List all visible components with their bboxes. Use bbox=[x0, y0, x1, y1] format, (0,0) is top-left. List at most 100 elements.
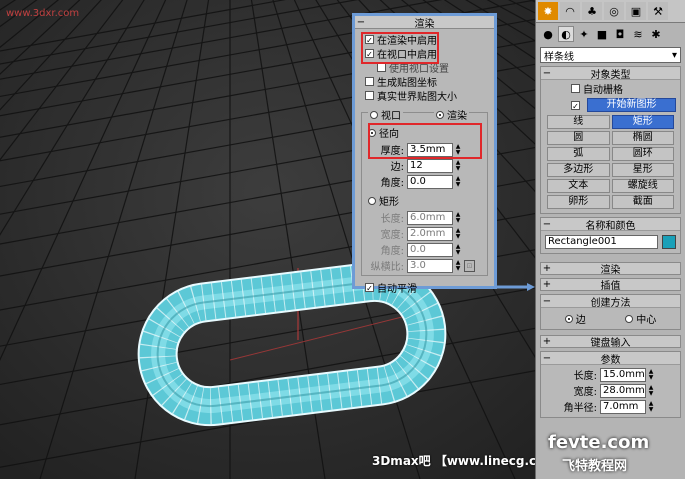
interpolation-rollout-header[interactable]: + 插值 bbox=[540, 278, 681, 292]
sides-input[interactable]: 12 bbox=[407, 158, 453, 173]
rect-angle-spinner: 0.0 ▲ ▼ bbox=[407, 242, 462, 257]
donut-button[interactable]: 圆环 bbox=[611, 147, 674, 161]
create-icon[interactable]: ✸ bbox=[538, 2, 558, 20]
object-color-swatch[interactable] bbox=[662, 235, 676, 249]
length-param: 长度: 15.0mm ▲ ▼ bbox=[541, 367, 680, 382]
helix-button[interactable]: 螺旋线 bbox=[611, 179, 674, 193]
object-type-header[interactable]: − 对象类型 bbox=[541, 67, 680, 81]
modify-icon[interactable]: ◠ bbox=[560, 2, 580, 20]
ellipse-button[interactable]: 椭圆 bbox=[611, 131, 674, 145]
expand-icon: + bbox=[542, 263, 552, 274]
parameters-header[interactable]: − 参数 bbox=[541, 352, 680, 366]
lights-icon[interactable]: ✦ bbox=[576, 26, 592, 42]
viewport-radio[interactable] bbox=[370, 110, 378, 119]
category-dropdown[interactable]: 样条线 ▾ bbox=[540, 47, 681, 63]
rectangle-button[interactable]: 矩形 bbox=[611, 115, 674, 129]
center-option[interactable]: 中心 bbox=[625, 311, 656, 326]
width-param: 宽度: 28.0mm ▲ ▼ bbox=[541, 383, 680, 398]
spacewarps-icon[interactable]: ≋ bbox=[630, 26, 646, 42]
edge-radio[interactable] bbox=[564, 315, 573, 323]
corner-radius-label: 角半径: bbox=[563, 403, 597, 414]
sides-label: 边: bbox=[390, 162, 404, 173]
rectangular-option[interactable]: 矩形 bbox=[368, 193, 487, 208]
gen-mapping-checkbox[interactable] bbox=[365, 76, 374, 86]
render-popup-header[interactable]: − 渲染 bbox=[355, 16, 494, 30]
spinner-arrows-icon[interactable]: ▲ ▼ bbox=[454, 243, 462, 256]
auto-smooth-row[interactable]: ✓ 自动平滑 bbox=[355, 280, 494, 295]
arc-button[interactable]: 弧 bbox=[547, 147, 610, 161]
edge-option[interactable]: 边 bbox=[564, 311, 586, 326]
real-world-map-checkbox[interactable] bbox=[365, 90, 374, 100]
systems-icon[interactable]: ✱ bbox=[648, 26, 664, 42]
highlight-enable-box bbox=[361, 32, 439, 64]
gen-mapping-row[interactable]: 生成贴图坐标 bbox=[355, 74, 494, 89]
spinner-arrows-icon[interactable]: ▲ ▼ bbox=[647, 368, 655, 381]
ngon-button[interactable]: 多边形 bbox=[547, 163, 610, 177]
cameras-icon[interactable]: ■ bbox=[594, 26, 610, 42]
rectangular-radio[interactable] bbox=[368, 196, 376, 205]
keyboard-entry-rollout-header[interactable]: + 键盘输入 bbox=[540, 335, 681, 349]
spinner-arrows-icon[interactable]: ▲ ▼ bbox=[647, 400, 655, 413]
helpers-icon[interactable]: ◘ bbox=[612, 26, 628, 42]
collapse-icon: − bbox=[542, 352, 552, 364]
text-button[interactable]: 文本 bbox=[547, 179, 610, 193]
section-button[interactable]: 截面 bbox=[611, 195, 674, 209]
auto-grid-checkbox[interactable] bbox=[571, 84, 580, 93]
watermark-logo-sub: 飞特教程网 bbox=[562, 459, 628, 474]
auto-grid-row[interactable]: 自动栅格 bbox=[541, 80, 680, 97]
center-radio[interactable] bbox=[625, 315, 634, 323]
spinner-arrows-icon[interactable]: ▲ ▼ bbox=[454, 211, 462, 224]
rect-width-input[interactable]: 2.0mm bbox=[407, 226, 453, 241]
render-label: 渲染 bbox=[447, 111, 467, 122]
start-new-shape-checkbox[interactable]: ✓ bbox=[571, 100, 580, 111]
rect-length-param: 长度: 6.0mm ▲ ▼ bbox=[362, 210, 487, 225]
star-button[interactable]: 星形 bbox=[611, 163, 674, 177]
expand-icon: + bbox=[542, 336, 552, 347]
name-color-header[interactable]: − 名称和颜色 bbox=[541, 218, 680, 232]
circle-button[interactable]: 圆 bbox=[547, 131, 610, 145]
viewport-option[interactable]: 视口 bbox=[368, 107, 403, 122]
parameters-rollout: − 参数 长度: 15.0mm ▲▼ 宽度: 28.0mm ▲▼ 角半径: bbox=[540, 351, 681, 418]
creation-method-header[interactable]: − 创建方法 bbox=[541, 295, 680, 309]
spinner-arrows-icon[interactable]: ▲ ▼ bbox=[454, 175, 462, 188]
lock-icon[interactable]: ⊡ bbox=[464, 259, 475, 272]
hierarchy-icon[interactable]: ♣ bbox=[582, 2, 602, 20]
aspect-spinner: 3.0 ▲ ▼ ⊡ bbox=[407, 258, 475, 273]
egg-button[interactable]: 卵形 bbox=[547, 195, 610, 209]
start-new-shape-button[interactable]: 开始新图形 bbox=[587, 98, 676, 112]
width-input[interactable]: 28.0mm bbox=[600, 383, 646, 398]
spinner-arrows-icon[interactable]: ▲ ▼ bbox=[647, 384, 655, 397]
watermark-logo: fevte.com bbox=[548, 432, 650, 453]
creation-method-rollout: − 创建方法 边 中心 bbox=[540, 294, 681, 330]
shapes-icon[interactable]: ◐ bbox=[558, 26, 574, 42]
utilities-icon[interactable]: ⚒ bbox=[648, 2, 668, 20]
command-panel-tabs: ✸ ◠ ♣ ◎ ▣ ⚒ bbox=[536, 0, 685, 23]
spinner-arrows-icon[interactable]: ▲ ▼ bbox=[454, 159, 462, 172]
sides-param: 边: 12 ▲ ▼ bbox=[362, 158, 487, 173]
real-world-map-row[interactable]: 真实世界贴图大小 bbox=[355, 88, 494, 103]
object-name-input[interactable]: Rectangle001 bbox=[545, 235, 658, 249]
render-option[interactable]: 渲染 bbox=[434, 107, 469, 122]
spinner-arrows-icon[interactable]: ▲ ▼ bbox=[454, 227, 462, 240]
motion-icon[interactable]: ◎ bbox=[604, 2, 624, 20]
spinner-arrows-icon[interactable]: ▲ ▼ bbox=[454, 259, 462, 272]
name-row: Rectangle001 bbox=[541, 231, 680, 253]
aspect-param: 纵横比: 3.0 ▲ ▼ ⊡ bbox=[362, 258, 487, 273]
angle-spinner: 0.0 ▲ ▼ bbox=[407, 174, 462, 189]
aspect-input[interactable]: 3.0 bbox=[407, 258, 453, 273]
length-input[interactable]: 15.0mm bbox=[600, 367, 646, 382]
auto-smooth-checkbox[interactable]: ✓ bbox=[365, 282, 374, 293]
rect-length-input[interactable]: 6.0mm bbox=[407, 210, 453, 225]
corner-radius-input[interactable]: 7.0mm bbox=[600, 399, 646, 414]
rendering-rollout-zoom: − 渲染 ✓ 在渲染中启用 ✓ 在视口中启用 使用视口设置 生成贴图坐标 真实世… bbox=[352, 13, 497, 295]
screen: www.3dxr.com 3Dmax吧 【www.linecg.com/tieb… bbox=[0, 0, 685, 479]
line-button[interactable]: 线 bbox=[547, 115, 610, 129]
display-icon[interactable]: ▣ bbox=[626, 2, 646, 20]
rendering-rollout-header[interactable]: + 渲染 bbox=[540, 262, 681, 276]
render-radio[interactable] bbox=[436, 110, 444, 119]
angle-input[interactable]: 0.0 bbox=[407, 174, 453, 189]
rect-angle-input[interactable]: 0.0 bbox=[407, 242, 453, 257]
creation-method-options: 边 中心 bbox=[541, 308, 680, 329]
geometry-icon[interactable]: ● bbox=[540, 26, 556, 42]
object-type-rollout: − 对象类型 自动栅格 ✓ 开始新图形 线 矩形 圆 椭圆 弧 圆环 多边形 星… bbox=[540, 66, 681, 214]
